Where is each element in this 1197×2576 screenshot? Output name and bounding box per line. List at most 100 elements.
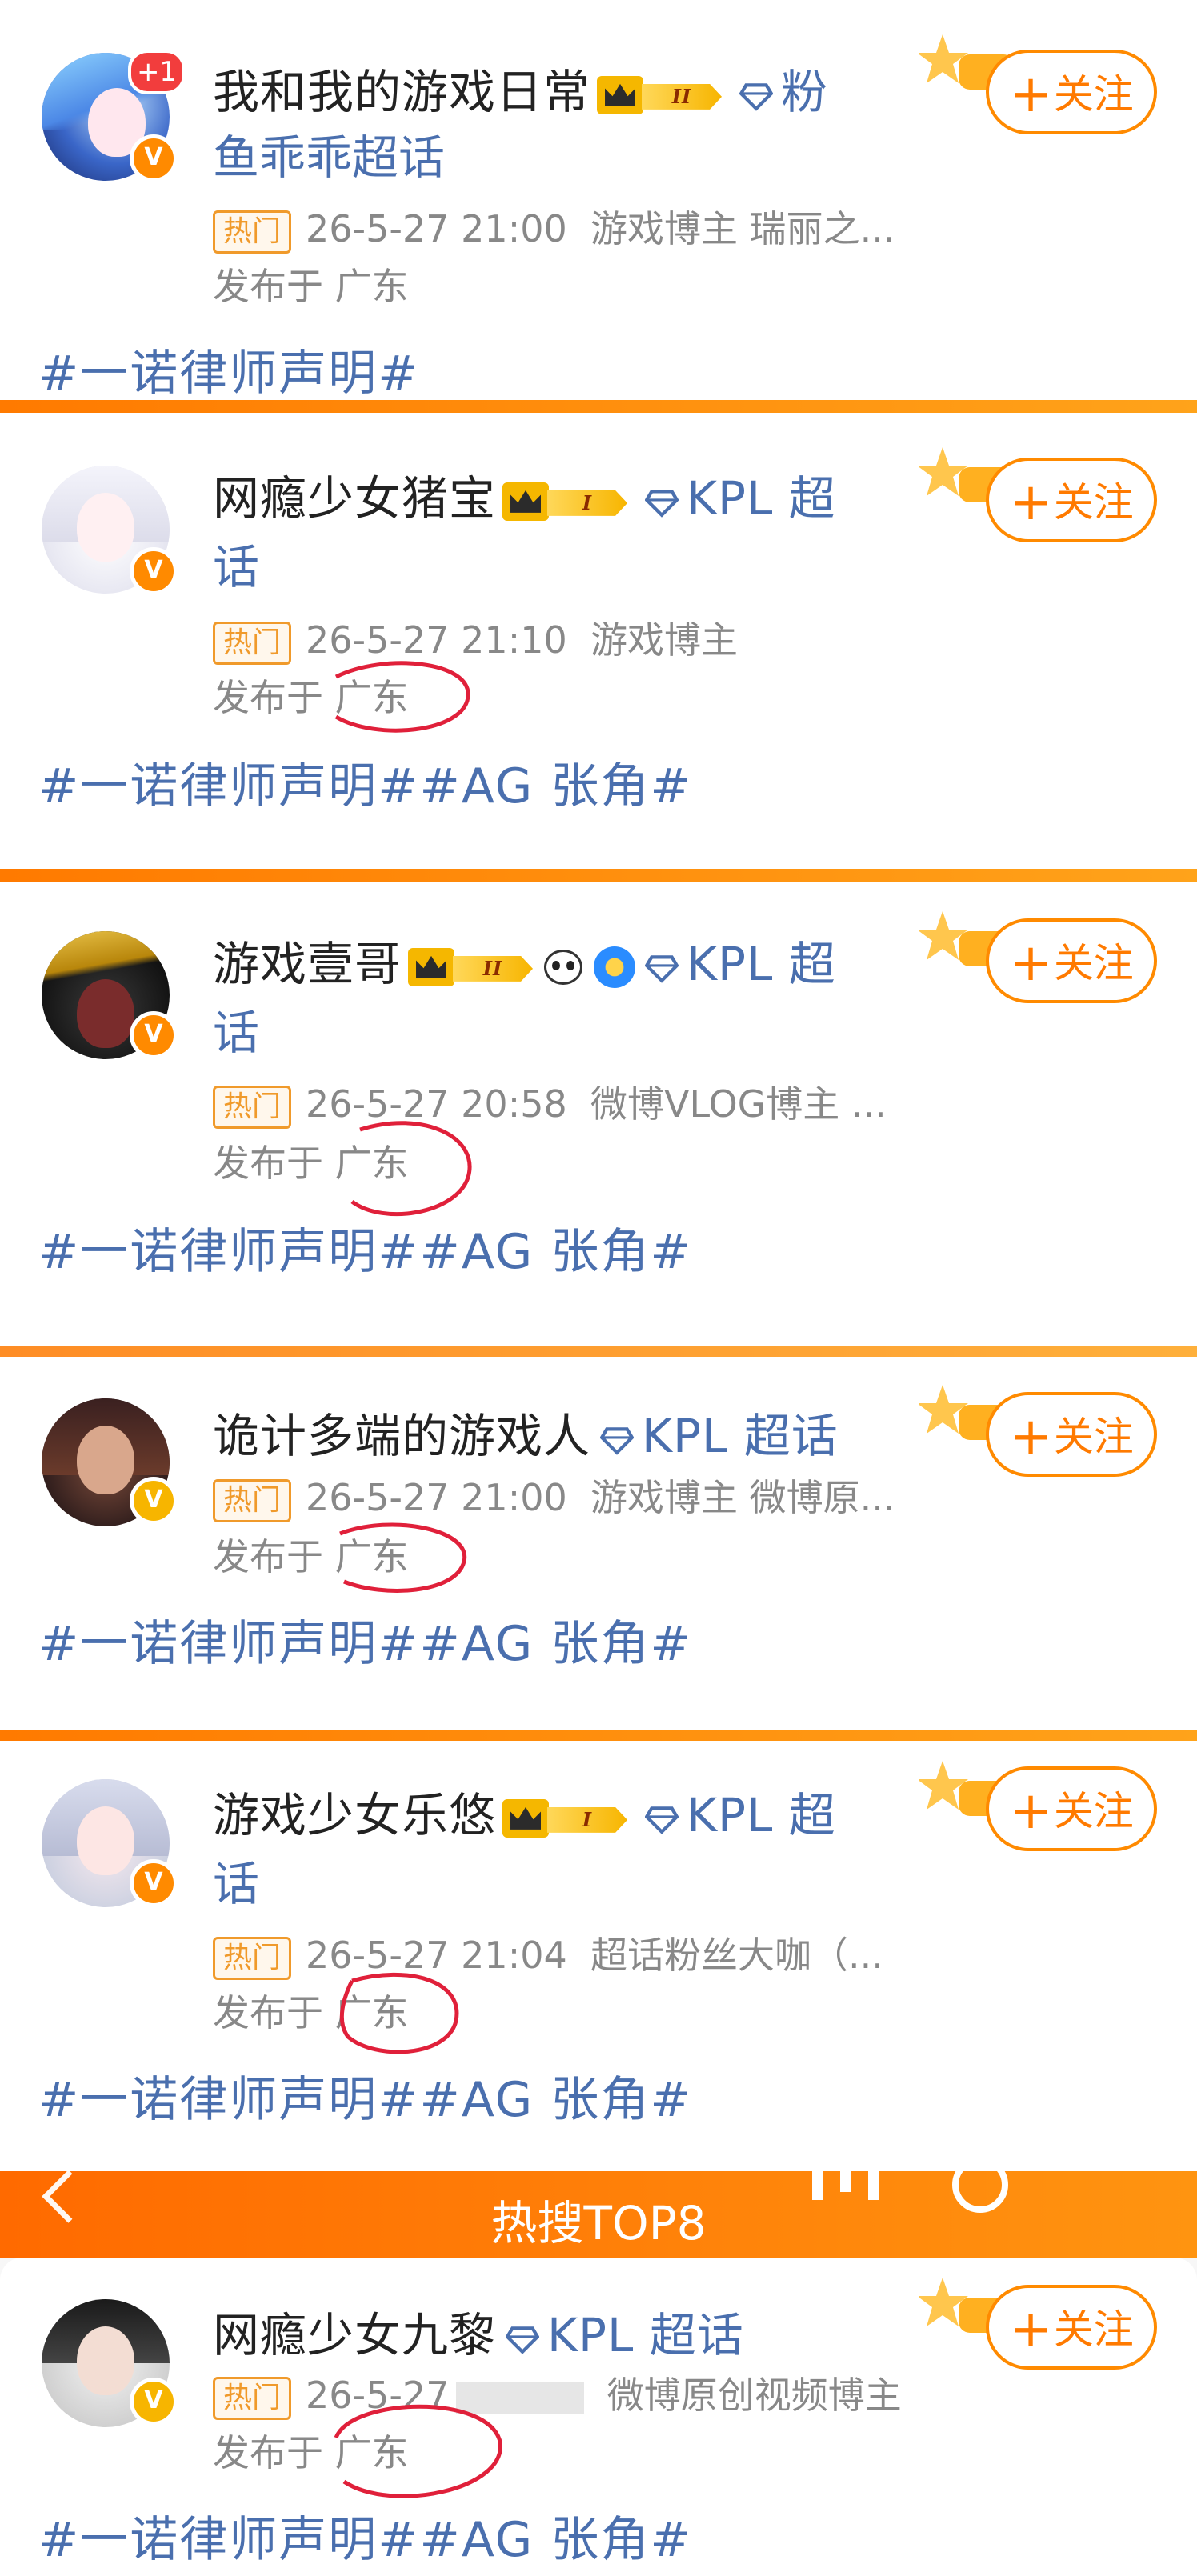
username[interactable]: 游戏壹哥 II KPL 超 [213, 926, 836, 994]
post-topic-tags[interactable]: #一诺律师声明##AG 张角# [38, 1213, 692, 1282]
post-topic-tags[interactable]: #一诺律师声明##AG 张角# [38, 1605, 692, 1674]
verified-badge: V [130, 1859, 178, 1907]
hot-badge: 热门 [213, 1478, 292, 1522]
diamond-icon [645, 955, 679, 983]
divider [0, 1346, 1197, 1357]
hot-badge: 热门 [213, 2376, 292, 2420]
username[interactable]: 网瘾少女猪宝 I KPL 超 [213, 461, 836, 528]
notification-badge: +1 [128, 50, 186, 94]
post-card: +1 V 我和我的游戏日常 II 粉 鱼乖乖超话 热门 26-5-27 21:00 游… [0, 0, 1197, 400]
username-text[interactable]: 我和我的游戏日常 [213, 65, 590, 119]
supertopic-link[interactable]: KPL 超 [687, 1788, 836, 1842]
post-location: 发布于 广东 [213, 1991, 409, 2034]
post-topic-tags[interactable]: #一诺律师声明##AG 张角# [38, 2501, 692, 2570]
supertopic-link[interactable]: KPL 超 [687, 937, 836, 991]
divider [0, 400, 1197, 413]
panda-icon [541, 945, 586, 990]
post-location: 发布于 广东 [213, 1142, 409, 1185]
post-card: V 网瘾少女猪宝 I KPL 超 话 热门 26-5-27 21:10 游戏博主 发布… [0, 413, 1197, 869]
follow-button[interactable]: +关注 [986, 918, 1157, 1003]
username-text[interactable]: 游戏少女乐悠 [213, 1788, 496, 1842]
post-location: 发布于 广东 [213, 265, 409, 308]
post-time: 26-5-27 [306, 2374, 450, 2417]
supertopic-link[interactable]: KPL 超话 [642, 1409, 839, 1463]
avatar-face [77, 1806, 134, 1875]
supertopic-link[interactable]: 粉 [781, 65, 828, 119]
post-card: V 游戏少女乐悠 I KPL 超 话 热门 26-5-27 21:04 超话粉丝大咖（… [0, 1741, 1197, 2171]
supertopic-link[interactable]: KPL 超话 [547, 2308, 744, 2362]
post-topic-tags[interactable]: #一诺律师声明##AG 张角# [38, 2061, 692, 2130]
avatar-face [77, 2326, 134, 2395]
post-location: 发布于 广东 [213, 676, 409, 719]
username-text[interactable]: 网瘾少女猪宝 [213, 471, 496, 526]
username-text[interactable]: 游戏壹哥 [213, 937, 402, 991]
username[interactable]: 网瘾少女九黎 KPL 超话 [213, 2298, 744, 2365]
post-location: 发布于 广东 [213, 2431, 409, 2474]
post-topic-tags[interactable]: #一诺律师声明# [38, 334, 420, 400]
post-topic-tags[interactable]: #一诺律师声明##AG 张角# [38, 747, 692, 817]
post-time: 26-5-27 21:00 [306, 1476, 567, 1519]
hotsearch-header: 热搜TOP8 [0, 2157, 1197, 2258]
post-location: 发布于 广东 [213, 1535, 409, 1578]
username-text[interactable]: 诡计多端的游戏人 [213, 1409, 590, 1463]
supertopic-link-cont[interactable]: 话 [213, 1846, 259, 1914]
username[interactable]: 我和我的游戏日常 II 粉 [213, 54, 828, 122]
vip-crown-icon: II [597, 73, 723, 118]
author-tag: 超话粉丝大咖（... [590, 1934, 883, 1977]
avatar-face [77, 493, 134, 562]
post-meta: 热门 26-5-27 微博原创视频博主 [213, 2366, 902, 2420]
supertopic-link[interactable]: KPL 超 [687, 471, 836, 526]
post-card: V 网瘾少女九黎 KPL 超话 热门 26-5-27 微博原创视频博主 发布于 广东… [0, 2258, 1197, 2576]
post-time: 26-5-27 21:00 [306, 207, 567, 250]
verified-badge: V [130, 134, 178, 182]
follow-button[interactable]: +关注 [986, 1766, 1157, 1851]
diamond-icon [739, 83, 774, 111]
diamond-icon [645, 1806, 679, 1834]
verified-badge: V [130, 547, 178, 595]
post-meta: 热门 26-5-27 21:00 游戏博主 微博原... [213, 1469, 895, 1522]
post-time: 26-5-27 21:04 [306, 1934, 567, 1977]
post-meta: 热门 26-5-27 21:10 游戏博主 [213, 611, 738, 665]
post-meta: 热门 26-5-27 20:58 微博VLOG博主 ... [213, 1075, 887, 1129]
verified-badge: V [130, 1011, 178, 1059]
username-text[interactable]: 网瘾少女九黎 [213, 2308, 496, 2362]
follow-button[interactable]: +关注 [986, 50, 1157, 134]
hot-badge: 热门 [213, 210, 292, 254]
vip-crown-icon: I [502, 1796, 628, 1841]
supertopic-link-cont[interactable]: 鱼乖乖超话 [213, 120, 445, 187]
supertopic-link-cont[interactable]: 话 [213, 995, 259, 1062]
diamond-icon [506, 2326, 540, 2354]
post-card: V 诡计多端的游戏人 KPL 超话 热门 26-5-27 21:00 游戏博主 微博… [0, 1357, 1197, 1730]
avatar-face [77, 1426, 134, 1494]
author-tag: 微博原创视频博主 [607, 2374, 902, 2417]
author-tag: 游戏博主 [590, 618, 738, 662]
follow-button[interactable]: +关注 [986, 1392, 1157, 1477]
hot-badge: 热门 [213, 1085, 292, 1129]
author-tag: 微博VLOG博主 ... [590, 1082, 887, 1126]
post-meta: 热门 26-5-27 21:04 超话粉丝大咖（... [213, 1926, 883, 1980]
post-time: 26-5-27 21:10 [306, 618, 567, 662]
username[interactable]: 游戏少女乐悠 I KPL 超 [213, 1778, 836, 1845]
follow-button[interactable]: +关注 [986, 2285, 1157, 2370]
follow-button[interactable]: +关注 [986, 458, 1157, 542]
author-tag: 游戏博主 微博原... [590, 1476, 895, 1519]
supertopic-link-cont[interactable]: 话 [213, 530, 259, 597]
post-card: V 游戏壹哥 II KPL 超 话 热门 26-5-27 20:58 微博VLOG博主… [0, 882, 1197, 1346]
hot-badge: 热门 [213, 621, 292, 665]
hotsearch-title: 热搜TOP8 [490, 2196, 707, 2250]
username[interactable]: 诡计多端的游戏人 KPL 超话 [213, 1398, 839, 1466]
redacted-time [455, 2382, 584, 2414]
vip-crown-icon: II [408, 945, 534, 990]
post-meta: 热门 26-5-27 21:00 游戏博主 瑞丽之... [213, 200, 895, 254]
diamond-icon [645, 490, 679, 518]
hot-badge: 热门 [213, 1936, 292, 1980]
divider [0, 1730, 1197, 1741]
avatar-face [77, 979, 134, 1048]
verified-badge: V [130, 1477, 178, 1525]
vip-crown-icon: I [502, 479, 628, 524]
diamond-icon [600, 1427, 635, 1455]
shield-badge-icon [594, 946, 636, 988]
author-tag: 游戏博主 瑞丽之... [590, 207, 895, 250]
verified-badge: V [130, 2378, 178, 2426]
post-time: 26-5-27 20:58 [306, 1082, 567, 1126]
